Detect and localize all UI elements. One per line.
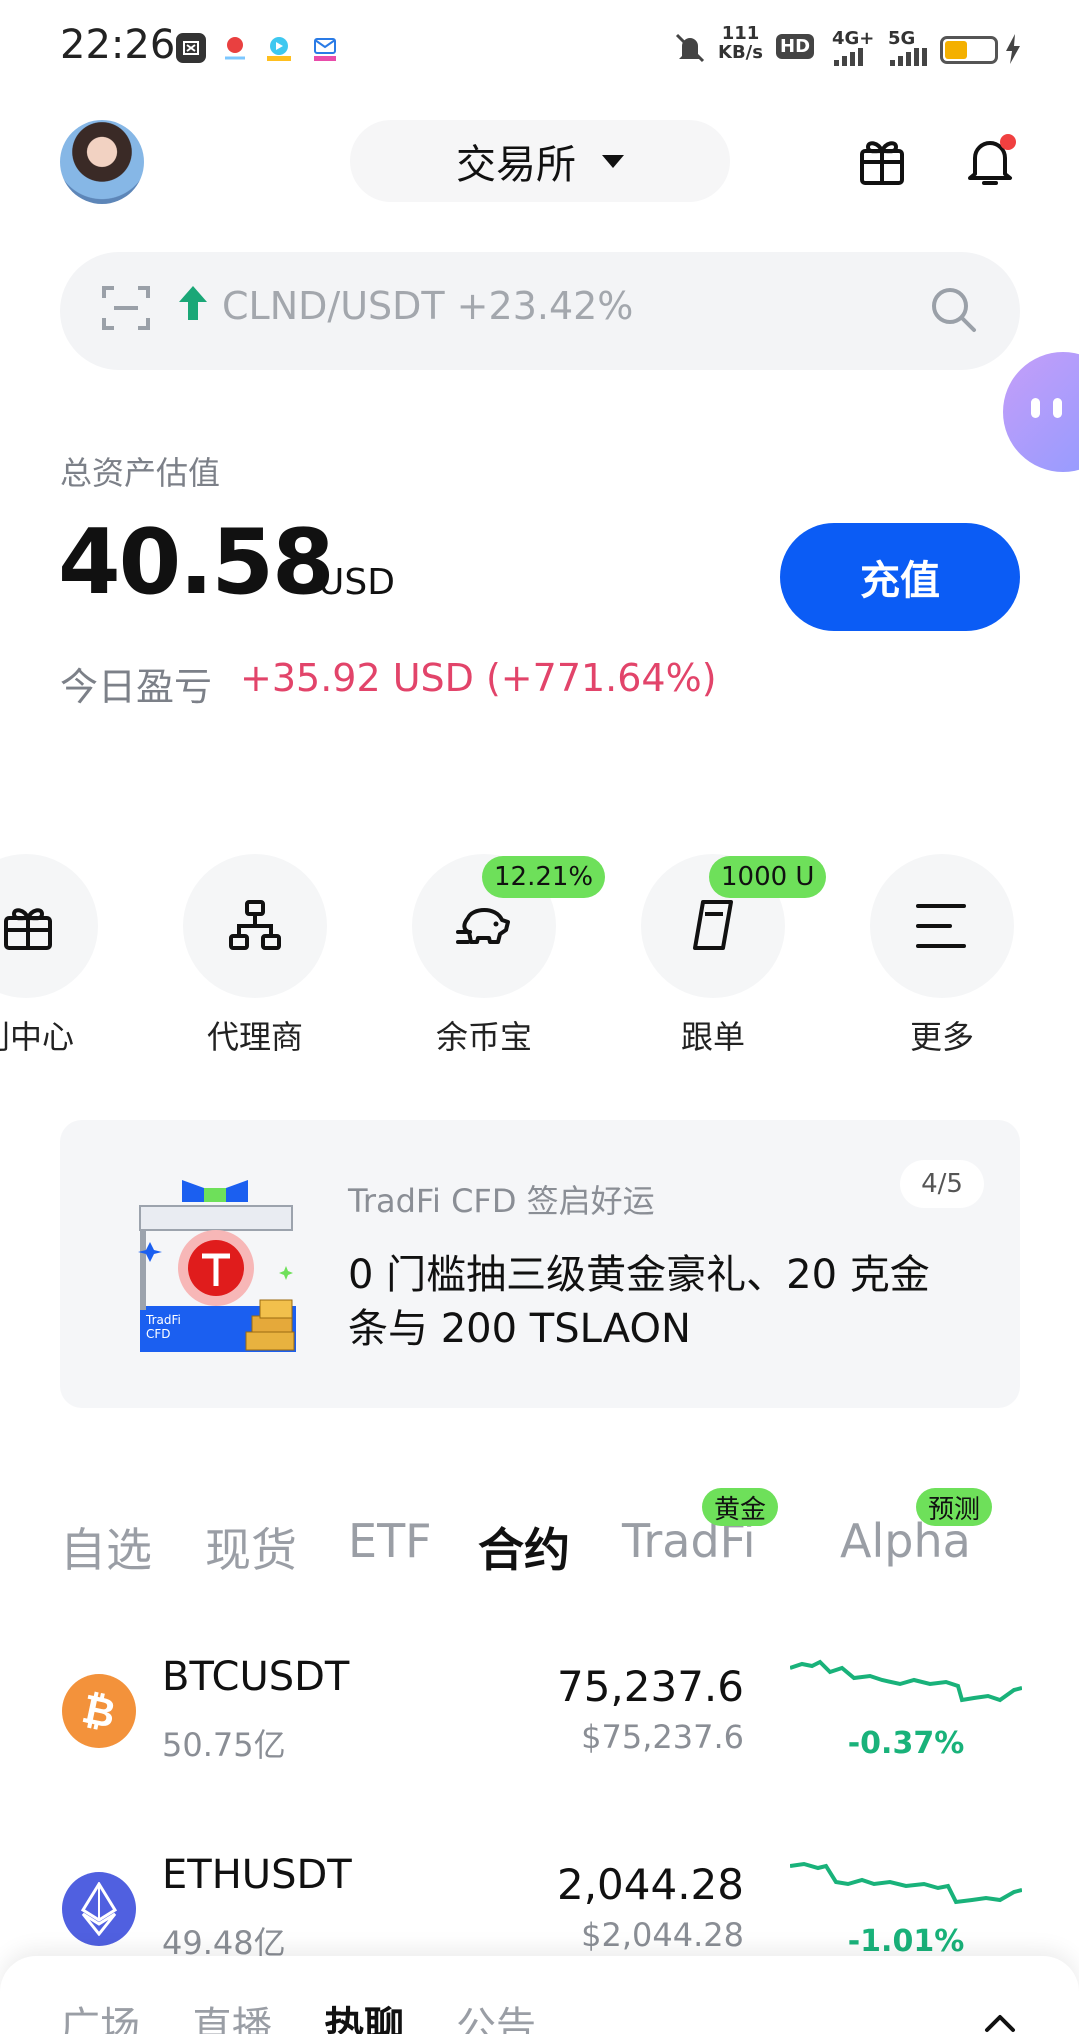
banner-page-indicator: 4/5 [900,1160,984,1208]
tab-spot[interactable]: 现货 [205,1514,297,1580]
assistant-bubble[interactable] [1003,352,1079,472]
tab-hot-chat[interactable]: 热聊 [324,1994,404,2034]
svg-text:CFD: CFD [146,1327,171,1341]
battery-icon [940,36,998,64]
bitcoin-icon: ₿ [62,1674,136,1748]
hd-icon: HD [776,34,815,59]
shortcut-badge: 1000 U [709,856,827,898]
tab-square[interactable]: 广场 [60,1994,140,2034]
coin-usd-price: $75,237.6 [581,1718,744,1756]
svg-text:₿: ₿ [79,1687,119,1735]
ethereum-icon [62,1872,136,1946]
org-chart-icon [229,900,281,950]
tab-live[interactable]: 直播 [192,1994,272,2034]
banner-title: 0 门槛抽三级黄金豪礼、20 克金条与 200 TSLAON [348,1252,930,1352]
tab-favorites[interactable]: 自选 [60,1514,152,1580]
sparkline-chart [789,1856,1023,1916]
scan-icon[interactable] [102,284,150,332]
piggy-bank-icon [456,908,510,944]
shortcut-badge: 12.21% [482,856,606,898]
coin-usd-price: $2,044.28 [581,1916,744,1954]
tab-badge: 黄金 [702,1488,779,1526]
search-icon[interactable] [928,284,980,336]
banner-illustration: TradFi CFD [136,1176,304,1356]
caret-down-icon [602,154,624,168]
shortcut-agent[interactable] [183,854,327,998]
charging-icon [1004,34,1022,64]
gift-icon[interactable] [858,135,906,187]
coin-price: 2,044.28 [556,1860,744,1909]
map-app-icon [220,33,250,63]
deposit-button[interactable]: 充值 [780,523,1020,631]
total-asset-value: 40.58 [58,510,335,615]
menu-icon [916,904,966,948]
bottom-sheet[interactable] [0,1956,1079,2034]
exchange-label: 交易所 [456,142,576,188]
coin-change: -0.37% [847,1726,965,1761]
banner-subtitle: TradFi CFD 签启好运 [348,1182,655,1220]
asset-unit: USD [318,562,395,603]
document-icon [693,900,733,950]
shortcut-label: 跟单 [680,1018,745,1056]
svg-text:TradFi: TradFi [145,1313,181,1327]
notification-dot [1000,134,1016,150]
tab-etf[interactable]: ETF [348,1514,432,1568]
pnl-value: +35.92 USD (+771.64%) [240,656,717,700]
trend-up-icon [176,284,210,322]
status-time: 22:26 [60,22,176,68]
tab-badge: 预测 [916,1488,993,1526]
coin-name[interactable]: ETHUSDT [162,1852,352,1898]
coin-name[interactable]: BTCUSDT [162,1654,349,1700]
shortcut-label: 代理商 [206,1018,303,1056]
pnl-label: 今日盈亏 [60,665,213,709]
sparkline-chart [789,1658,1023,1718]
tab-futures[interactable]: 合约 [478,1514,570,1580]
signal-icon-2 [888,48,932,66]
shortcut-label: 更多 [909,1018,974,1056]
mail-app-icon [310,33,340,63]
search-placeholder: CLND/USDT +23.42% [222,284,634,328]
tab-announcements[interactable]: 公告 [456,1994,536,2034]
coin-volume: 50.75亿 [162,1726,286,1764]
assets-label: 总资产估值 [60,454,221,492]
coin-price: 75,237.6 [556,1662,744,1711]
shortcut-more[interactable] [870,854,1014,998]
network-5g: 5G [888,28,916,49]
shortcut-benefits[interactable] [0,854,98,998]
app-notification-icon [176,33,206,63]
exchange-switcher[interactable]: 交易所 [350,120,730,202]
coin-change: -1.01% [847,1924,965,1959]
mute-icon [672,30,708,66]
shortcut-label: 利中心 [0,1018,74,1056]
network-4g: 4G+ [832,28,875,49]
shortcut-label: 余币宝 [435,1018,532,1056]
avatar[interactable] [60,120,144,204]
chevron-up-icon[interactable] [984,2012,1016,2034]
network-speed: 111 KB/s [718,23,763,63]
signal-icon [832,48,872,66]
video-app-icon [264,33,294,63]
